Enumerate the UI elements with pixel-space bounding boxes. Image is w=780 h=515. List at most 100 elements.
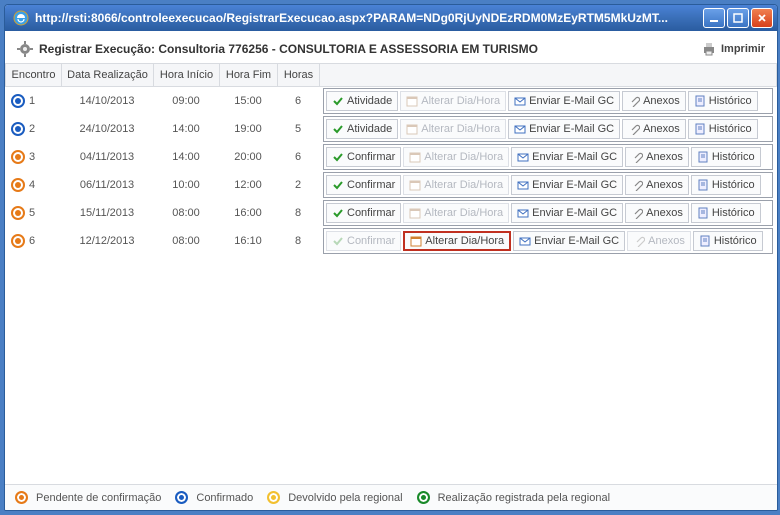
cell-horas: 8 <box>277 207 319 219</box>
action-strip: ConfirmarAlterar Dia/HoraEnviar E-Mail G… <box>323 144 773 170</box>
cell-hora-fim: 12:00 <box>219 179 277 191</box>
action-strip: ConfirmarAlterar Dia/HoraEnviar E-Mail G… <box>323 200 773 226</box>
alterar-dia-hora-button: Alterar Dia/Hora <box>403 175 509 195</box>
close-button[interactable] <box>751 8 773 28</box>
window-url: http://rsti:8066/controleexecucao/Regist… <box>35 11 697 25</box>
historico-button[interactable]: Histórico <box>691 175 761 195</box>
cell-hora-fim: 16:00 <box>219 207 277 219</box>
cell-data: 15/11/2013 <box>61 207 153 219</box>
cell-encontro: 2 <box>5 122 61 136</box>
historico-button[interactable]: Histórico <box>688 91 758 111</box>
app-window: http://rsti:8066/controleexecucao/Regist… <box>4 4 778 511</box>
window-controls <box>703 8 773 28</box>
table-row: 406/11/201310:0012:002ConfirmarAlterar D… <box>5 171 777 199</box>
status-icon <box>11 206 25 220</box>
cell-horas: 8 <box>277 235 319 247</box>
status-dot-green <box>417 491 430 504</box>
alterar-dia-hora-button: Alterar Dia/Hora <box>403 147 509 167</box>
cell-hora-fim: 20:00 <box>219 151 277 163</box>
historico-button[interactable]: Histórico <box>688 119 758 139</box>
action-strip: AtividadeAlterar Dia/HoraEnviar E-Mail G… <box>323 116 773 142</box>
anexos-button[interactable]: Anexos <box>625 147 689 167</box>
cell-encontro: 3 <box>5 150 61 164</box>
table-row: 612/12/201308:0016:108 ConfirmarAlterar D… <box>5 227 777 255</box>
confirmar-button[interactable]: Confirmar <box>326 175 401 195</box>
gear-icon <box>17 41 33 57</box>
cell-hora-inicio: 09:00 <box>153 95 219 107</box>
enviar-email-button[interactable]: Enviar E-Mail GC <box>511 147 623 167</box>
enviar-email-button[interactable]: Enviar E-Mail GC <box>508 91 620 111</box>
confirmar-button: Confirmar <box>326 231 401 251</box>
cell-hora-fim: 16:10 <box>219 235 277 247</box>
col-data: Data Realização <box>62 64 154 86</box>
page-header: Registrar Execução: Consultoria 776256 -… <box>5 31 777 63</box>
content-area: Registrar Execução: Consultoria 776256 -… <box>5 31 777 510</box>
action-strip: AtividadeAlterar Dia/HoraEnviar E-Mail G… <box>323 88 773 114</box>
alterar-dia-hora-button[interactable]: Alterar Dia/Hora <box>403 231 511 251</box>
enviar-email-button[interactable]: Enviar E-Mail GC <box>511 203 623 223</box>
atividade-button[interactable]: Atividade <box>326 91 398 111</box>
enviar-email-button[interactable]: Enviar E-Mail GC <box>513 231 625 251</box>
alterar-dia-hora-button: Alterar Dia/Hora <box>403 203 509 223</box>
alterar-dia-hora-button: Alterar Dia/Hora <box>400 119 506 139</box>
status-dot-yellow <box>267 491 280 504</box>
alterar-dia-hora-button: Alterar Dia/Hora <box>400 91 506 111</box>
cell-hora-fim: 15:00 <box>219 95 277 107</box>
legend-confirmado: Confirmado <box>175 491 253 504</box>
table-header: Encontro Data Realização Hora Início Hor… <box>5 63 777 87</box>
status-dot-blue <box>175 491 188 504</box>
status-icon <box>11 94 25 108</box>
anexos-button: Anexos <box>627 231 691 251</box>
anexos-button[interactable]: Anexos <box>622 119 686 139</box>
confirmar-button[interactable]: Confirmar <box>326 147 401 167</box>
historico-button[interactable]: Histórico <box>691 147 761 167</box>
cell-horas: 5 <box>277 123 319 135</box>
cell-data: 06/11/2013 <box>61 179 153 191</box>
legend: Pendente de confirmação Confirmado Devol… <box>5 484 777 510</box>
historico-button[interactable]: Histórico <box>691 203 761 223</box>
cell-encontro: 6 <box>5 234 61 248</box>
cell-encontro: 5 <box>5 206 61 220</box>
cell-data: 04/11/2013 <box>61 151 153 163</box>
status-icon <box>11 178 25 192</box>
action-strip: ConfirmarAlterar Dia/HoraEnviar E-Mail G… <box>323 228 773 254</box>
col-horas: Horas <box>278 64 320 86</box>
ie-icon <box>13 10 29 26</box>
anexos-button[interactable]: Anexos <box>625 203 689 223</box>
cell-encontro: 4 <box>5 178 61 192</box>
cell-horas: 2 <box>277 179 319 191</box>
cell-data: 14/10/2013 <box>61 95 153 107</box>
historico-button[interactable]: Histórico <box>693 231 763 251</box>
page-title: Registrar Execução: Consultoria 776256 -… <box>39 42 538 56</box>
legend-pendente: Pendente de confirmação <box>15 491 161 504</box>
col-encontro: Encontro <box>6 64 62 86</box>
maximize-button[interactable] <box>727 8 749 28</box>
print-button[interactable]: Imprimir <box>701 41 765 57</box>
anexos-button[interactable]: Anexos <box>622 91 686 111</box>
cell-horas: 6 <box>277 151 319 163</box>
legend-devolvido: Devolvido pela regional <box>267 491 402 504</box>
printer-icon <box>701 41 717 57</box>
cell-encontro: 1 <box>5 94 61 108</box>
legend-realizacao: Realização registrada pela regional <box>417 491 610 504</box>
cell-hora-fim: 19:00 <box>219 123 277 135</box>
status-icon <box>11 122 25 136</box>
enviar-email-button[interactable]: Enviar E-Mail GC <box>511 175 623 195</box>
action-strip: ConfirmarAlterar Dia/HoraEnviar E-Mail G… <box>323 172 773 198</box>
window-titlebar: http://rsti:8066/controleexecucao/Regist… <box>5 5 777 31</box>
enviar-email-button[interactable]: Enviar E-Mail GC <box>508 119 620 139</box>
table-row: 114/10/201309:0015:006 AtividadeAlterar D… <box>5 87 777 115</box>
cell-data: 12/12/2013 <box>61 235 153 247</box>
minimize-button[interactable] <box>703 8 725 28</box>
atividade-button[interactable]: Atividade <box>326 119 398 139</box>
cell-data: 24/10/2013 <box>61 123 153 135</box>
cell-horas: 6 <box>277 95 319 107</box>
table-body: 114/10/201309:0015:006AtividadeAlterar D… <box>5 87 777 255</box>
status-dot-orange <box>15 491 28 504</box>
cell-hora-inicio: 14:00 <box>153 123 219 135</box>
status-icon <box>11 150 25 164</box>
confirmar-button[interactable]: Confirmar <box>326 203 401 223</box>
anexos-button[interactable]: Anexos <box>625 175 689 195</box>
cell-hora-inicio: 08:00 <box>153 235 219 247</box>
table-row: 515/11/201308:0016:008ConfirmarAlterar D… <box>5 199 777 227</box>
